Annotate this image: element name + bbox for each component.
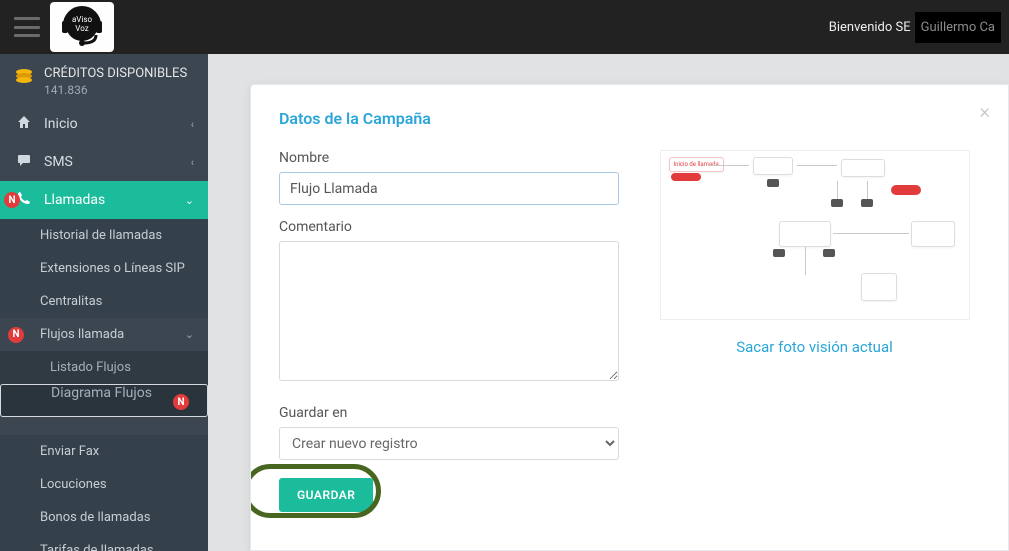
credits-label: CRÉDITOS DISPONIBLES: [44, 66, 187, 81]
chevron-down-icon: ⌄: [185, 328, 194, 341]
new-badge: N: [4, 192, 20, 208]
sidebar-item-enviar-fax[interactable]: Enviar Fax: [0, 435, 208, 468]
thumb-pill: [891, 185, 921, 195]
headset-logo-icon: aViso Voz: [56, 5, 108, 49]
sidebar-item-extensiones[interactable]: Extensiones o Líneas SIP: [0, 252, 208, 285]
sidebar-item-historial[interactable]: Historial de llamadas: [0, 219, 208, 252]
svg-text:aViso: aViso: [72, 15, 93, 24]
sidebar-item-listado-flujos[interactable]: Listado Flujos: [0, 351, 208, 384]
sidebar-item-sms[interactable]: SMS ‹: [0, 143, 208, 181]
new-badge: N: [173, 394, 189, 410]
snapshot-link[interactable]: Sacar foto visión actual: [736, 338, 893, 356]
credits-value: 141.836: [44, 83, 187, 97]
welcome-text: Bienvenido SE Guillermo Ca: [829, 12, 1001, 43]
sidebar-item-inicio[interactable]: Inicio ‹: [0, 105, 208, 143]
guardar-button[interactable]: GUARDAR: [279, 478, 373, 512]
sidebar-item-tarifas[interactable]: Tarifas de llamadas: [0, 534, 208, 551]
sidebar-item-flujos-llamada[interactable]: N Flujos llamada ⌄: [0, 318, 208, 351]
preview-column: Inicio de llamada: [649, 150, 980, 524]
form-column: Nombre Comentario Guardar en Crear nuevo…: [279, 150, 619, 524]
nombre-label: Nombre: [279, 150, 619, 166]
thumb-node: [841, 159, 885, 177]
thumb-node: [753, 157, 793, 175]
sidebar-item-label: Flujos llamada: [40, 327, 124, 342]
thumb-node: [779, 221, 831, 247]
topbar: aViso Voz Bienvenido SE Guillermo Ca: [0, 0, 1009, 54]
sidebar-item-diagrama-flujos[interactable]: Diagrama Flujos N: [0, 384, 208, 417]
close-icon[interactable]: ×: [980, 99, 990, 123]
sidebar-item-label: Llamadas: [44, 192, 105, 208]
sidebar: CRÉDITOS DISPONIBLES 141.836 Inicio ‹ SM…: [0, 54, 208, 551]
thumb-node: [911, 221, 955, 247]
guardar-en-select[interactable]: Crear nuevo registro: [279, 427, 619, 460]
flow-thumbnail: Inicio de llamada: [660, 150, 970, 320]
user-name[interactable]: Guillermo Ca: [915, 12, 1001, 43]
sidebar-item-label: Inicio: [44, 116, 78, 132]
sidebar-item-llamadas[interactable]: N Llamadas ⌄: [0, 181, 208, 219]
thumb-pill: [671, 173, 701, 181]
chevron-left-icon: ‹: [191, 156, 194, 169]
nombre-input[interactable]: [279, 172, 619, 205]
campaign-modal: × Datos de la Campaña Nombre Comentario …: [250, 84, 1009, 551]
sidebar-item-label: Diagrama Flujos: [51, 385, 152, 401]
sidebar-item-centralitas[interactable]: Centralitas: [0, 285, 208, 318]
chat-icon: [14, 153, 34, 171]
sidebar-item-label: SMS: [44, 154, 73, 170]
modal-title: Datos de la Campaña: [279, 109, 980, 128]
main-area: × Datos de la Campaña Nombre Comentario …: [208, 54, 1009, 551]
sidebar-item-locuciones[interactable]: Locuciones: [0, 468, 208, 501]
comentario-label: Comentario: [279, 219, 619, 235]
logo[interactable]: aViso Voz: [50, 2, 114, 52]
chevron-left-icon: ‹: [191, 118, 194, 131]
new-badge: N: [8, 327, 24, 343]
comentario-textarea[interactable]: [279, 241, 619, 381]
chevron-down-icon: ⌄: [185, 194, 194, 207]
menu-toggle-icon[interactable]: [14, 17, 40, 37]
credits-block: CRÉDITOS DISPONIBLES 141.836: [0, 54, 208, 105]
home-icon: [14, 115, 34, 133]
thumb-node: [861, 273, 897, 301]
sidebar-item-bonos[interactable]: Bonos de llamadas: [0, 501, 208, 534]
svg-text:Voz: Voz: [75, 24, 88, 33]
guardar-en-label: Guardar en: [279, 405, 619, 421]
coins-icon: [14, 68, 34, 90]
